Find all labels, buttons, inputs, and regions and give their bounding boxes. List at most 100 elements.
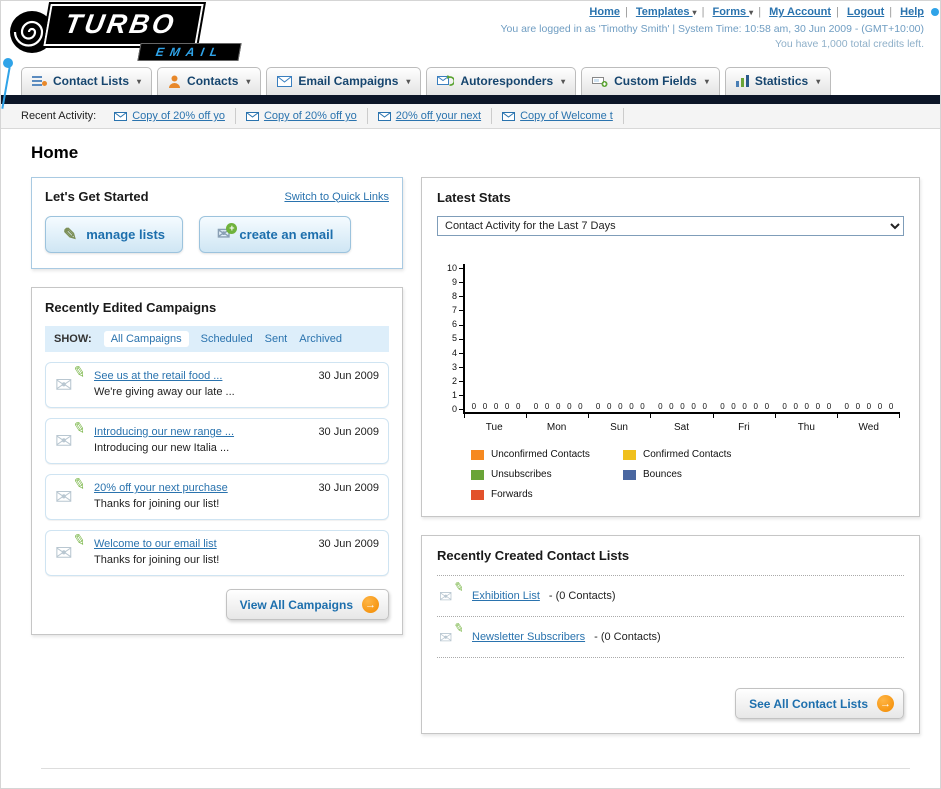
latest-stats-title: Latest Stats: [437, 190, 511, 205]
chart-bar-group: 00000: [465, 264, 527, 412]
filter-archived[interactable]: Archived: [299, 333, 342, 345]
chart-y-tick-label: 3: [452, 362, 463, 372]
footer-divider: [41, 768, 910, 788]
campaign-title-link[interactable]: Introducing our new range ...: [94, 426, 309, 438]
chart-value-label: 0: [753, 402, 758, 411]
chart-value-label: 0: [669, 402, 674, 411]
chart-value-label: 0: [578, 402, 583, 411]
corner-dot-decoration: [931, 8, 939, 16]
arrow-right-icon: →: [362, 596, 379, 613]
tab-autoresponders[interactable]: Autoresponders ▾: [426, 67, 577, 95]
filter-scheduled[interactable]: Scheduled: [201, 333, 253, 345]
recent-activity-item[interactable]: Copy of Welcome t: [492, 108, 624, 124]
recent-activity-item[interactable]: 20% off your next: [368, 108, 493, 124]
edit-campaign-icon: ✉ ✎: [55, 362, 88, 397]
chart-x-label: Sun: [610, 422, 628, 433]
campaign-row[interactable]: ✉ ✎ Welcome to our email list Thanks for …: [45, 530, 389, 576]
campaign-title-link[interactable]: Welcome to our email list: [94, 538, 309, 550]
top-link-templates[interactable]: Templates ▾: [636, 6, 697, 18]
create-email-button[interactable]: ✉ + create an email: [199, 216, 352, 253]
recent-campaigns-panel: Recently Edited Campaigns SHOW: All Camp…: [31, 287, 403, 635]
legend-item: Confirmed Contacts: [623, 449, 775, 460]
chart-x-label: Mon: [546, 422, 567, 433]
campaign-date: 30 Jun 2009: [318, 370, 379, 382]
chart-value-label: 0: [640, 402, 645, 411]
logo-subtitle: EMAIL: [137, 43, 242, 61]
chevron-down-icon: ▾: [704, 76, 709, 86]
contact-list-name-link[interactable]: Exhibition List: [472, 590, 540, 602]
legend-item: Forwards: [471, 489, 623, 500]
recent-contact-lists-title: Recently Created Contact Lists: [437, 548, 630, 563]
chart-y-tick-label: 9: [452, 278, 463, 287]
filter-all-campaigns[interactable]: All Campaigns: [103, 331, 189, 347]
tab-label: Contact Lists: [53, 74, 130, 88]
legend-label: Bounces: [643, 469, 682, 480]
chart-value-label: 0: [702, 402, 707, 411]
top-link-logout[interactable]: Logout: [847, 6, 884, 18]
tab-label: Email Campaigns: [298, 74, 399, 88]
top-link-forms[interactable]: Forms ▾: [712, 6, 753, 18]
chevron-down-icon: ▾: [816, 76, 821, 86]
contact-list-item[interactable]: ✉ ✎ Newsletter Subscribers - (0 Contacts): [437, 617, 904, 658]
chart-bar-group: 00000: [838, 264, 900, 412]
chart-x-labels: Tue Mon Sun Sat Fri Thu Wed: [463, 418, 900, 433]
top-link-help[interactable]: Help: [900, 6, 924, 18]
tab-contacts[interactable]: Contacts ▾: [157, 67, 262, 95]
switch-quick-links-link[interactable]: Switch to Quick Links: [284, 191, 389, 203]
tab-label: Autoresponders: [460, 74, 554, 88]
legend-label: Unsubscribes: [491, 469, 552, 480]
chart-y-tick-label: 0: [452, 404, 463, 414]
nav-separator: |: [889, 6, 893, 18]
chart-value-label: 0: [742, 402, 747, 411]
recent-activity-item[interactable]: Copy of 20% off yo: [236, 108, 368, 124]
chart-bar-group: 00000: [527, 264, 589, 412]
chart-value-label: 0: [782, 402, 787, 411]
chart-y-tick-label: 8: [452, 292, 463, 301]
tab-email-campaigns[interactable]: Email Campaigns ▾: [266, 67, 422, 95]
tab-contact-lists[interactable]: Contact Lists ▾: [21, 67, 153, 95]
chart-bar-group: 00000: [589, 264, 651, 412]
contact-list-item[interactable]: ✉ ✎ Exhibition List - (0 Contacts): [437, 576, 904, 617]
chart-value-label: 0: [567, 402, 572, 411]
see-all-contact-lists-label: See All Contact Lists: [749, 696, 868, 711]
top-link-home[interactable]: Home: [589, 6, 620, 18]
tab-custom-fields[interactable]: Custom Fields ▾: [581, 67, 720, 95]
legend-item: Unconfirmed Contacts: [471, 449, 623, 460]
contact-list-name-link[interactable]: Newsletter Subscribers: [472, 631, 585, 643]
edit-list-icon: ✉ ✎: [439, 620, 466, 647]
chart-value-label: 0: [680, 402, 685, 411]
top-link-my-account[interactable]: My Account: [769, 6, 831, 18]
manage-lists-label: manage lists: [86, 227, 166, 242]
campaign-title-link[interactable]: See us at the retail food ...: [94, 370, 309, 382]
filter-sent[interactable]: Sent: [265, 333, 288, 345]
tab-statistics[interactable]: Statistics ▾: [724, 67, 832, 95]
app-logo[interactable]: TURBO EMAIL: [9, 2, 289, 63]
campaign-row[interactable]: ✉ ✎ 20% off your next purchase Thanks for…: [45, 474, 389, 520]
chart-value-label: 0: [629, 402, 634, 411]
tab-label: Custom Fields: [614, 74, 697, 88]
recent-campaigns-title: Recently Edited Campaigns: [45, 300, 217, 315]
campaign-title-link[interactable]: 20% off your next purchase: [94, 482, 309, 494]
see-all-contact-lists-button[interactable]: See All Contact Lists →: [735, 688, 904, 719]
chart-value-label: 0: [658, 402, 663, 411]
view-all-campaigns-button[interactable]: View All Campaigns →: [225, 589, 389, 620]
recent-activity-item[interactable]: Copy of 20% off yo: [104, 108, 236, 124]
stats-period-select[interactable]: Contact Activity for the Last 7 Days: [437, 216, 904, 236]
manage-lists-button[interactable]: ✎ manage lists: [45, 216, 184, 253]
autoresponders-icon: [437, 75, 455, 86]
chart-plot: 00000000000000000000000000000000000: [463, 264, 900, 414]
legend-label: Forwards: [491, 489, 533, 500]
chart-bar-group: 00000: [651, 264, 713, 412]
chart-y-axis: 10 9 8 7 6 5 4 3 2 1 0: [437, 264, 463, 414]
chart-x-label: Thu: [797, 422, 815, 433]
envelope-plus-icon: ✉ +: [217, 222, 238, 243]
get-started-panel: Let's Get Started Switch to Quick Links …: [31, 177, 403, 269]
edit-campaign-icon: ✉ ✎: [55, 418, 88, 453]
email-campaigns-icon: [277, 75, 293, 87]
chart-value-label: 0: [826, 402, 832, 411]
tab-label: Contacts: [187, 74, 239, 88]
campaign-row[interactable]: ✉ ✎ Introducing our new range ... Introdu…: [45, 418, 389, 464]
campaign-row[interactable]: ✉ ✎ See us at the retail food ... We're g…: [45, 362, 389, 408]
chart-value-label: 0: [618, 402, 623, 411]
campaign-date: 30 Jun 2009: [318, 426, 379, 438]
